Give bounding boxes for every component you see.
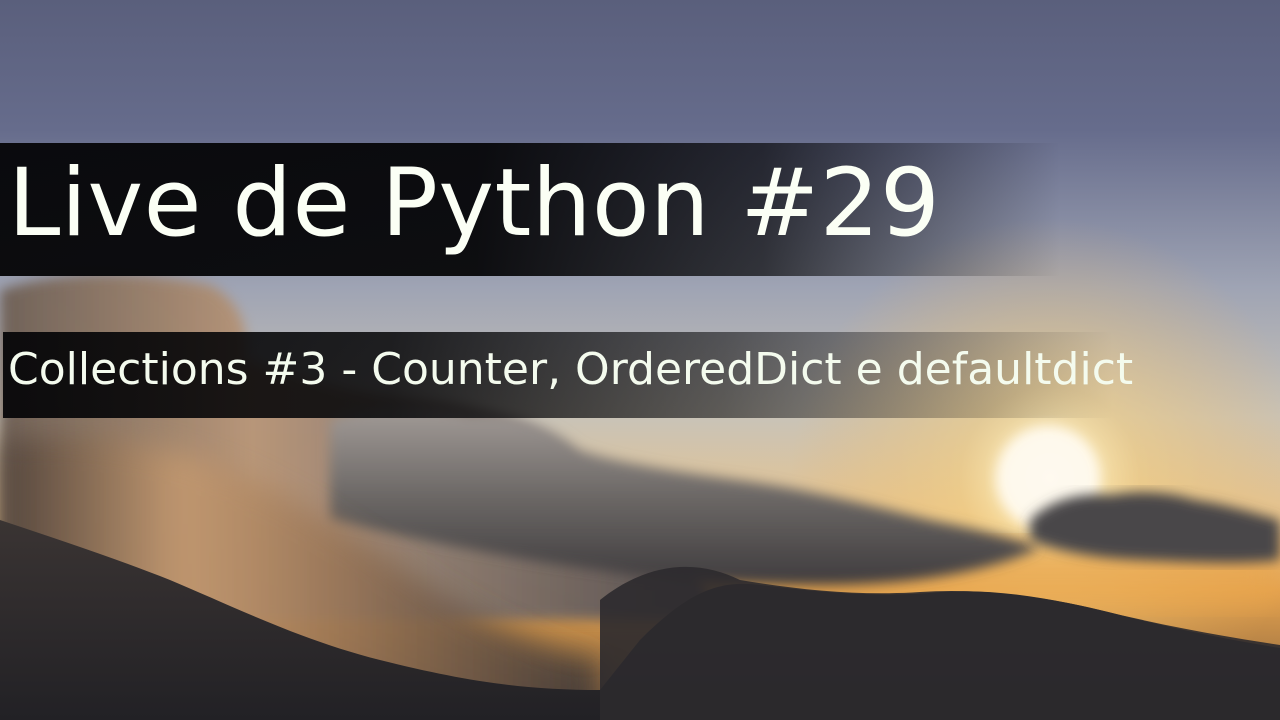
video-title: Live de Python #29 [8, 149, 941, 258]
thumbnail-canvas: Live de Python #29 Collections #3 - Coun… [0, 0, 1280, 720]
video-subtitle: Collections #3 - Counter, OrderedDict e … [8, 344, 1134, 395]
